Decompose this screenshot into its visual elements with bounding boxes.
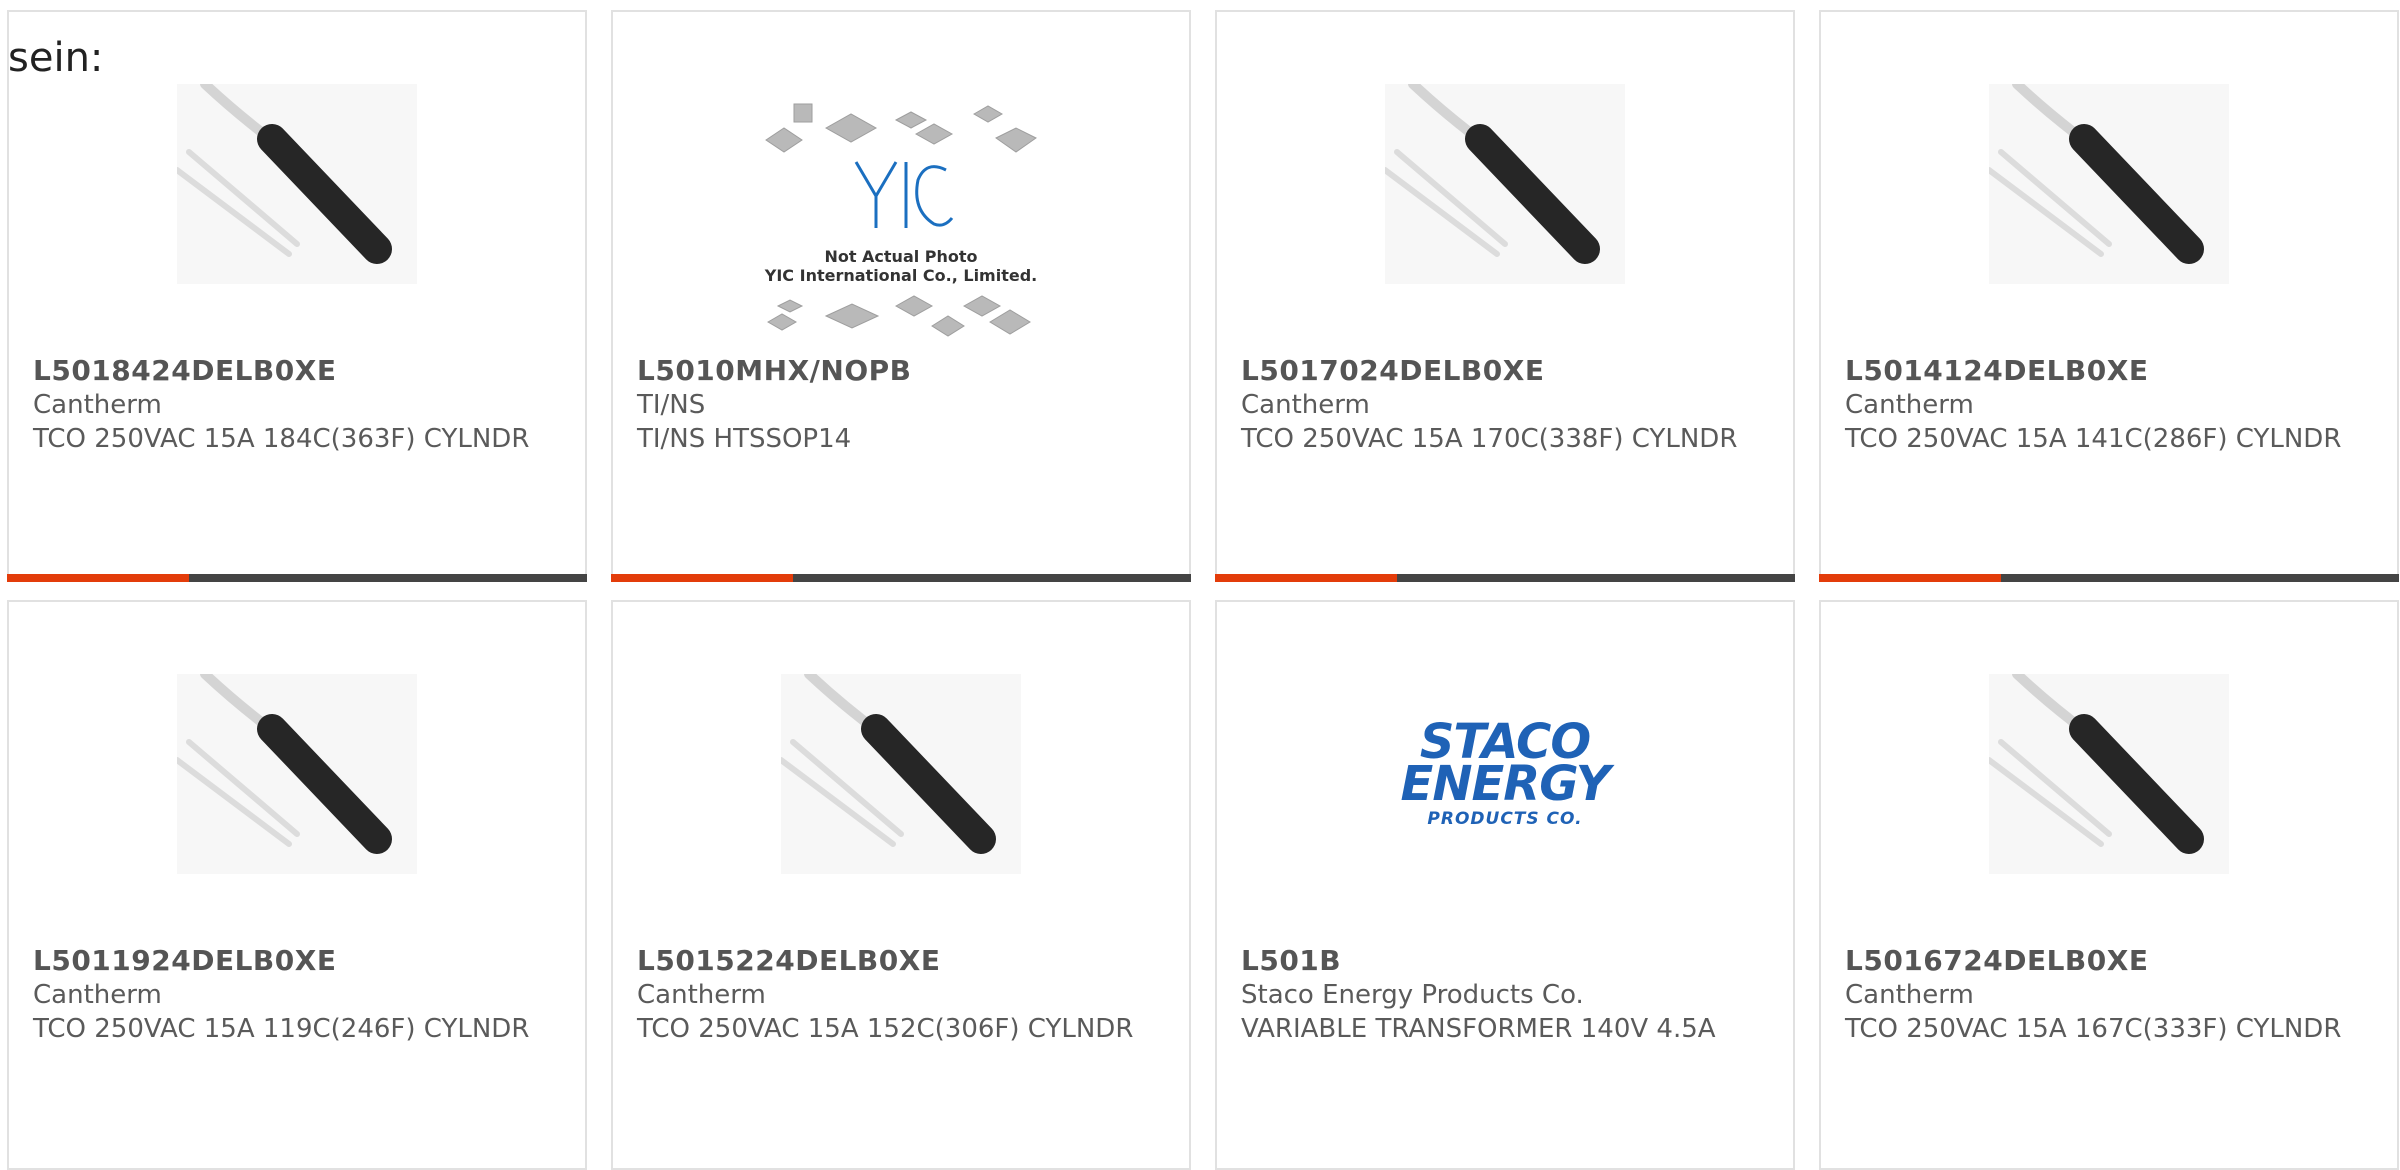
product-card[interactable]: L5017024DELB0XE Cantherm TCO 250VAC 15A …	[1215, 10, 1795, 582]
description: TCO 250VAC 15A 170C(338F) CYLNDR	[1241, 424, 1738, 454]
product-card[interactable]: L5015224DELB0XE Cantherm TCO 250VAC 15A …	[611, 600, 1191, 1170]
card-bar	[611, 574, 1191, 582]
part-number[interactable]: L501B	[1241, 944, 1773, 978]
product-card[interactable]: L5018424DELB0XE Cantherm TCO 250VAC 15A …	[7, 10, 587, 582]
part-number[interactable]: L5010MHX/NOPB	[637, 354, 1169, 388]
manufacturer: Staco Energy Products Co.	[1241, 980, 1584, 1010]
card-bar	[7, 574, 587, 582]
description: VARIABLE TRANSFORMER 140V 4.5A	[1241, 1014, 1716, 1044]
description: TCO 250VAC 15A 184C(363F) CYLNDR	[33, 424, 530, 454]
staco-logo-line: PRODUCTS CO.	[1427, 809, 1583, 829]
product-image-thermal-cutoff[interactable]	[1986, 669, 2229, 874]
product-image-thermal-cutoff[interactable]	[174, 79, 417, 284]
staco-logo-line: ENERGY	[1400, 756, 1611, 812]
description: TCO 250VAC 15A 167C(333F) CYLNDR	[1845, 1014, 2342, 1044]
product-image-staco-logo[interactable]: STACO ENERGY PRODUCTS CO.	[1385, 718, 1625, 830]
part-number[interactable]: L5017024DELB0XE	[1241, 354, 1773, 388]
intro-text: sein:	[8, 35, 104, 81]
card-bar	[1819, 574, 2399, 582]
product-card[interactable]: L5011924DELB0XE Cantherm TCO 250VAC 15A …	[7, 600, 587, 1170]
part-number[interactable]: L5014124DELB0XE	[1845, 354, 2377, 388]
part-number[interactable]: L5018424DELB0XE	[33, 354, 565, 388]
image-note: YIC International Co., Limited.	[764, 266, 1038, 285]
image-note: Not Actual Photo	[824, 247, 978, 266]
part-number[interactable]: L5011924DELB0XE	[33, 944, 565, 978]
product-card[interactable]: Not Actual Photo YIC International Co., …	[611, 10, 1191, 582]
product-image-thermal-cutoff[interactable]	[778, 669, 1021, 874]
description: TCO 250VAC 15A 152C(306F) CYLNDR	[637, 1014, 1134, 1044]
manufacturer: Cantherm	[1241, 390, 1370, 420]
manufacturer: Cantherm	[1845, 390, 1974, 420]
description: TCO 250VAC 15A 119C(246F) CYLNDR	[33, 1014, 530, 1044]
product-card[interactable]: L5016724DELB0XE Cantherm TCO 250VAC 15A …	[1819, 600, 2399, 1170]
manufacturer: Cantherm	[1845, 980, 1974, 1010]
card-bar	[1215, 574, 1795, 582]
description: TCO 250VAC 15A 141C(286F) CYLNDR	[1845, 424, 2342, 454]
part-number[interactable]: L5016724DELB0XE	[1845, 944, 2377, 978]
product-image-thermal-cutoff[interactable]	[174, 669, 417, 874]
product-image-thermal-cutoff[interactable]	[1382, 79, 1625, 284]
product-image-yic-placeholder[interactable]: Not Actual Photo YIC International Co., …	[756, 100, 1046, 348]
part-number[interactable]: L5015224DELB0XE	[637, 944, 1169, 978]
product-card[interactable]: L5014124DELB0XE Cantherm TCO 250VAC 15A …	[1819, 10, 2399, 582]
description: TI/NS HTSSOP14	[637, 424, 852, 454]
product-image-thermal-cutoff[interactable]	[1986, 79, 2229, 284]
product-card[interactable]: STACO ENERGY PRODUCTS CO. L501B Staco En…	[1215, 600, 1795, 1170]
manufacturer: Cantherm	[637, 980, 766, 1010]
manufacturer: Cantherm	[33, 980, 162, 1010]
manufacturer: TI/NS	[637, 390, 706, 420]
manufacturer: Cantherm	[33, 390, 162, 420]
